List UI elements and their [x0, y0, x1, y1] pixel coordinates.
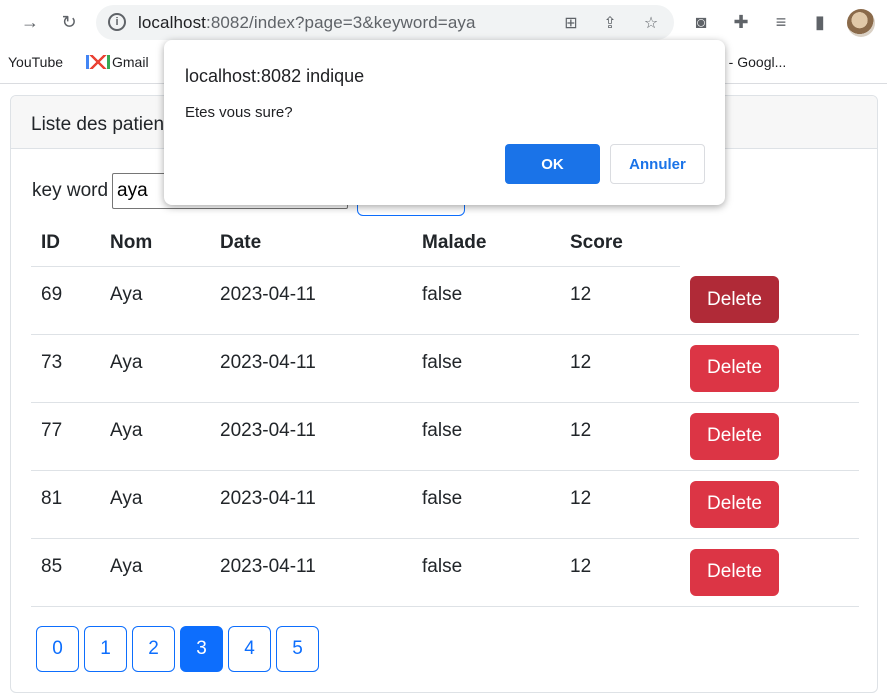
cell-date: 2023-04-11: [210, 538, 412, 607]
delete-button[interactable]: Delete: [690, 548, 779, 596]
url-text: localhost:8082/index?page=3&keyword=aya: [138, 13, 476, 33]
cell-actions: Delete: [680, 470, 859, 539]
cell-score: 12: [560, 402, 680, 471]
table-row: 73 Aya 2023-04-11 false 12 Delete: [31, 334, 859, 403]
delete-button[interactable]: Delete: [690, 276, 779, 323]
bookmark-label: e - Googl...: [717, 54, 787, 70]
cell-score: 12: [560, 538, 680, 607]
page-button-0[interactable]: 0: [36, 626, 79, 672]
cell-date: 2023-04-11: [210, 402, 412, 471]
cell-malade: false: [412, 470, 560, 539]
cell-date: 2023-04-11: [210, 470, 412, 539]
cell-nom: Aya: [100, 538, 210, 607]
patients-table: ID Nom Date Malade Score 69 Aya 2023-04-…: [31, 221, 859, 607]
cell-actions: Delete: [680, 266, 859, 335]
page-button-1[interactable]: 1: [84, 626, 127, 672]
extensions-puzzle-icon[interactable]: ✚: [729, 10, 753, 34]
column-header-date: Date: [210, 221, 412, 267]
url-path: :8082/index?page=3&keyword=aya: [206, 13, 476, 32]
confirm-dialog: localhost:8082 indique Etes vous sure? O…: [164, 40, 725, 205]
pagination: 0 1 2 3 4 5: [36, 626, 319, 672]
site-info-icon[interactable]: i: [108, 13, 126, 31]
table-row: 85 Aya 2023-04-11 false 12 Delete: [31, 538, 859, 607]
bookmark-gmail[interactable]: Gmail: [86, 54, 149, 70]
bookmark-star-icon[interactable]: ☆: [640, 12, 662, 34]
table-header-row: ID Nom Date Malade Score: [31, 221, 859, 267]
table-row: 69 Aya 2023-04-11 false 12 Delete: [31, 266, 859, 335]
profile-avatar[interactable]: [847, 9, 875, 37]
cell-id: 85: [31, 538, 100, 607]
delete-button[interactable]: Delete: [690, 480, 779, 528]
cell-malade: false: [412, 334, 560, 403]
column-header-actions: [680, 221, 859, 266]
side-panel-icon[interactable]: ▮: [808, 10, 832, 34]
bookmark-youtube[interactable]: YouTube: [8, 54, 63, 70]
cell-score: 12: [560, 266, 680, 335]
url-host: localhost: [138, 13, 206, 32]
delete-button[interactable]: Delete: [690, 344, 779, 392]
cell-date: 2023-04-11: [210, 334, 412, 403]
delete-button[interactable]: Delete: [690, 412, 779, 460]
translate-icon[interactable]: ⊞: [560, 12, 582, 34]
dialog-ok-button[interactable]: OK: [505, 144, 600, 184]
cell-nom: Aya: [100, 266, 210, 335]
bookmark-label: YouTube: [8, 54, 64, 70]
cell-score: 12: [560, 334, 680, 403]
table-row: 77 Aya 2023-04-11 false 12 Delete: [31, 402, 859, 471]
column-header-malade: Malade: [412, 221, 560, 267]
column-header-nom: Nom: [100, 221, 210, 267]
cell-id: 69: [31, 266, 100, 335]
cell-malade: false: [412, 402, 560, 471]
reload-icon[interactable]: ↻: [57, 10, 81, 34]
cell-score: 12: [560, 470, 680, 539]
page-button-4[interactable]: 4: [228, 626, 271, 672]
forward-arrow-icon[interactable]: →: [18, 10, 42, 34]
cell-date: 2023-04-11: [210, 266, 412, 335]
cell-actions: Delete: [680, 538, 859, 607]
cell-nom: Aya: [100, 334, 210, 403]
cell-nom: Aya: [100, 470, 210, 539]
cell-actions: Delete: [680, 402, 859, 471]
dialog-cancel-button[interactable]: Annuler: [610, 144, 705, 184]
camera-icon[interactable]: ◙: [689, 10, 713, 34]
cell-malade: false: [412, 538, 560, 607]
cell-actions: Delete: [680, 334, 859, 403]
cell-id: 81: [31, 470, 100, 539]
page-button-3-active[interactable]: 3: [180, 626, 223, 672]
browser-toolbar: → ↻ i localhost:8082/index?page=3&keywor…: [0, 0, 887, 44]
search-label: key word: [32, 180, 109, 201]
media-controls-icon[interactable]: ≡: [769, 10, 793, 34]
bookmark-label: Gmail: [112, 54, 149, 70]
page-button-2[interactable]: 2: [132, 626, 175, 672]
address-bar[interactable]: i localhost:8082/index?page=3&keyword=ay…: [96, 5, 674, 40]
column-header-id: ID: [31, 221, 100, 267]
page-button-5[interactable]: 5: [276, 626, 319, 672]
table-row: 81 Aya 2023-04-11 false 12 Delete: [31, 470, 859, 539]
gmail-icon: [86, 55, 110, 69]
cell-id: 77: [31, 402, 100, 471]
bookmark-google[interactable]: e - Googl...: [717, 54, 786, 70]
dialog-title: localhost:8082 indique: [185, 66, 365, 86]
column-header-score: Score: [560, 221, 680, 267]
cell-nom: Aya: [100, 402, 210, 471]
cell-id: 73: [31, 334, 100, 403]
share-icon[interactable]: ⇪: [599, 12, 621, 34]
dialog-message: Etes vous sure?: [185, 104, 293, 121]
cell-malade: false: [412, 266, 560, 335]
